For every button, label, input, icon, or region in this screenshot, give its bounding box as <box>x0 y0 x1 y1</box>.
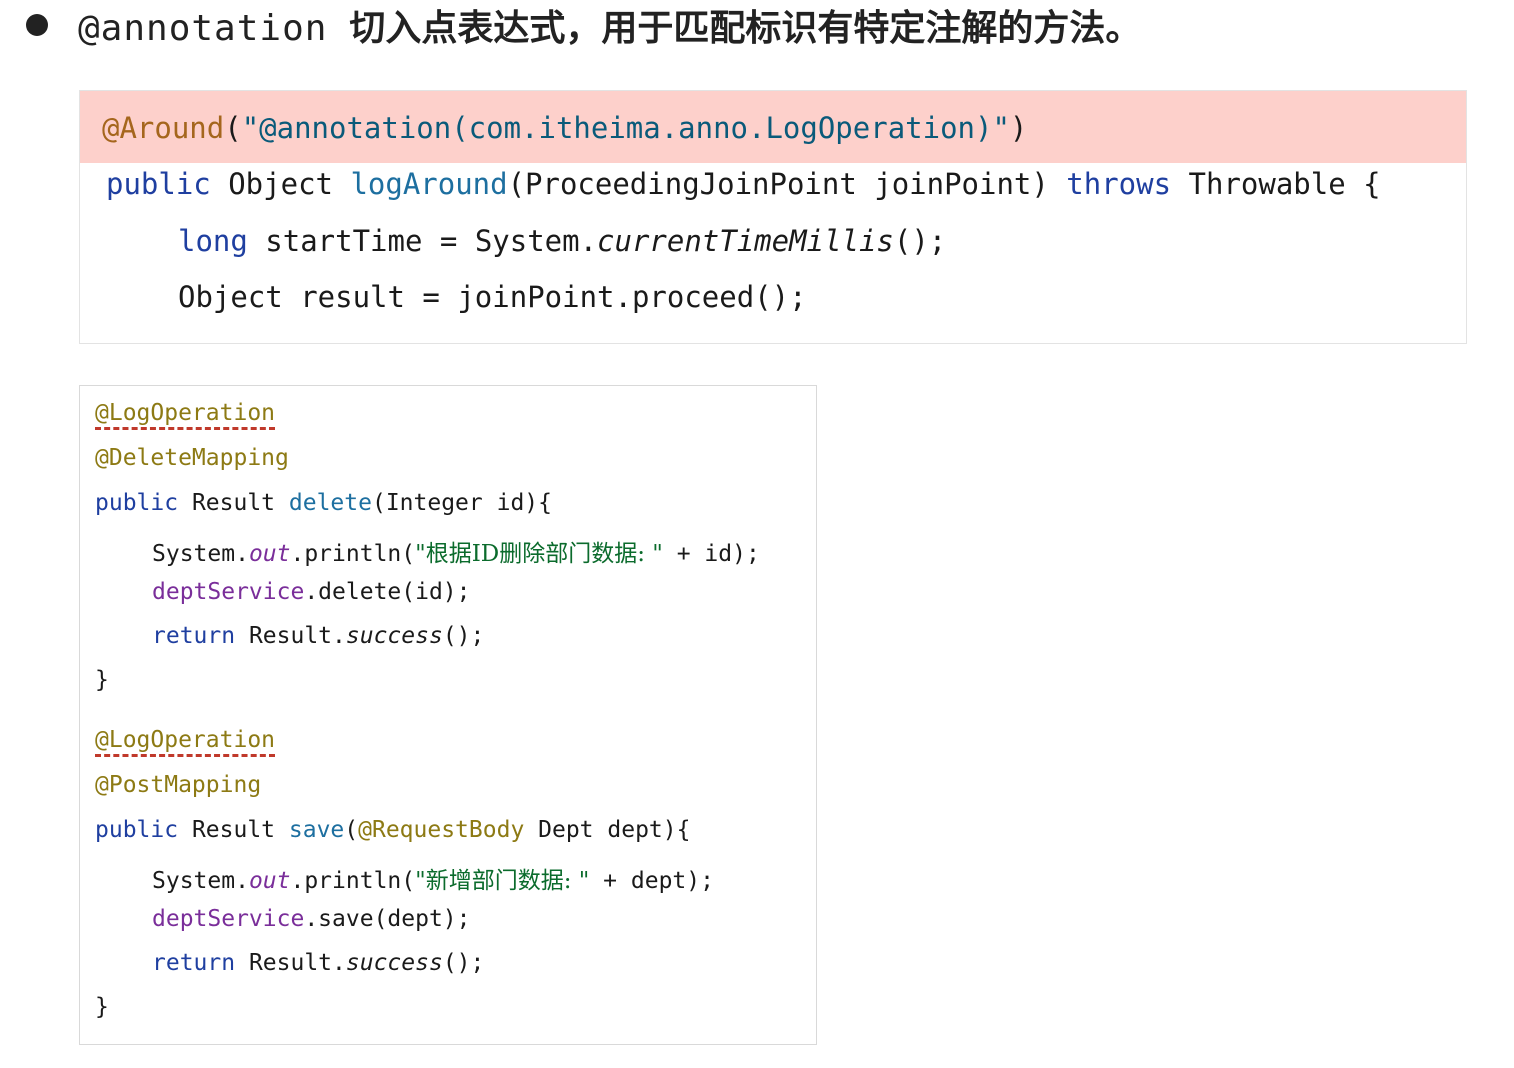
method-name: delete <box>288 490 372 516</box>
heading-keyword: @annotation <box>78 8 328 49</box>
code-line-logoperation-2: @LogOperation <box>95 727 276 757</box>
method-name: save <box>288 817 345 843</box>
code-line-delete-return: return Result.success(); <box>152 623 484 649</box>
call-end: (); <box>442 950 485 976</box>
post-mapping-annotation: @PostMapping <box>95 772 262 798</box>
code-line-save-println: System.out.println("新增部门数据: " + dept); <box>152 861 714 895</box>
params: Dept dept){ <box>524 817 691 843</box>
pointcut-expression: "@annotation(com.itheima.anno.LogOperati… <box>241 111 1010 145</box>
code-line-save-service: deptService.save(dept); <box>152 906 471 932</box>
call-end: (); <box>893 224 947 258</box>
concat: + dept); <box>589 868 714 894</box>
code-line-postmapping: @PostMapping <box>95 772 261 798</box>
pointcut-code-block: @Around("@annotation(com.itheima.anno.Lo… <box>79 90 1467 344</box>
return-type: Result <box>178 817 289 843</box>
kw-public: public <box>95 490 179 516</box>
out-field: out <box>248 541 291 567</box>
service-field: deptService <box>152 906 305 932</box>
params: (Integer id){ <box>371 490 552 516</box>
paren-close: ) <box>1009 111 1028 145</box>
code-line-logoperation-1: @LogOperation <box>95 400 276 430</box>
code-line-proceed: Object result = joinPoint.proceed(); <box>178 280 807 314</box>
kw-return: return <box>152 623 236 649</box>
out-field: out <box>248 868 291 894</box>
static-call: currentTimeMillis <box>597 224 894 258</box>
println-call: .println( <box>290 541 416 567</box>
controller-code-block: @LogOperation @DeleteMapping public Resu… <box>79 385 817 1045</box>
log-operation-annotation: @LogOperation <box>95 727 276 757</box>
bullet-icon <box>26 14 48 36</box>
kw-throws: throws <box>1066 167 1172 201</box>
kw-long: long <box>178 224 248 258</box>
code-line-save-return: return Result.success(); <box>152 950 484 976</box>
paren-open: ( <box>344 817 359 843</box>
code-line-signature: public Object logAround(ProceedingJoinPo… <box>106 167 1381 201</box>
closing-brace: } <box>95 667 109 693</box>
string-literal: "新增部门数据: " <box>415 868 590 894</box>
delete-mapping-annotation: @DeleteMapping <box>95 445 289 471</box>
params: (ProceedingJoinPoint joinPoint) <box>507 167 1067 201</box>
system-ref: System. <box>152 868 249 894</box>
kw-public: public <box>106 167 211 201</box>
proceed-statement: Object result = joinPoint.proceed(); <box>178 280 807 314</box>
result-ref: Result. <box>235 950 346 976</box>
code-line-save-close: } <box>95 994 109 1020</box>
throws-type: Throwable { <box>1171 167 1381 201</box>
heading-row: @annotation 切入点表达式，用于匹配标识有特定注解的方法。 <box>26 0 1141 50</box>
concat: + id); <box>662 541 760 567</box>
request-body-annotation: @RequestBody <box>358 817 525 843</box>
string-literal: "根据ID删除部门数据: " <box>415 541 663 567</box>
code-line-delete-service: deptService.delete(id); <box>152 579 471 605</box>
code-line-delete-signature: public Result delete(Integer id){ <box>95 490 552 516</box>
code-line-deletemapping: @DeleteMapping <box>95 445 289 471</box>
success-call: success <box>345 623 443 649</box>
assign: startTime = System. <box>247 224 598 258</box>
code-line-starttime: long startTime = System.currentTimeMilli… <box>178 224 946 258</box>
kw-public: public <box>95 817 179 843</box>
return-type: Result <box>178 490 289 516</box>
code-line-around: @Around("@annotation(com.itheima.anno.Lo… <box>102 111 1027 145</box>
call-end: (); <box>442 623 485 649</box>
closing-brace: } <box>95 994 109 1020</box>
code-line-delete-close: } <box>95 667 109 693</box>
method-name: logAround <box>350 167 508 201</box>
println-call: .println( <box>290 868 416 894</box>
code-line-delete-println: System.out.println("根据ID删除部门数据: " + id); <box>152 534 760 568</box>
heading-description: 切入点表达式，用于匹配标识有特定注解的方法。 <box>349 8 1142 49</box>
kw-return: return <box>152 950 236 976</box>
heading-text: @annotation 切入点表达式，用于匹配标识有特定注解的方法。 <box>78 0 1141 51</box>
paren-open: ( <box>224 111 242 145</box>
log-operation-annotation: @LogOperation <box>95 400 276 430</box>
success-call: success <box>345 950 443 976</box>
service-call: .save(dept); <box>304 906 471 932</box>
return-type: Object <box>210 167 351 201</box>
result-ref: Result. <box>235 623 346 649</box>
service-call: .delete(id); <box>304 579 471 605</box>
service-field: deptService <box>152 579 305 605</box>
around-annotation: @Around <box>102 111 225 145</box>
system-ref: System. <box>152 541 249 567</box>
code-line-save-signature: public Result save(@RequestBody Dept dep… <box>95 817 690 843</box>
